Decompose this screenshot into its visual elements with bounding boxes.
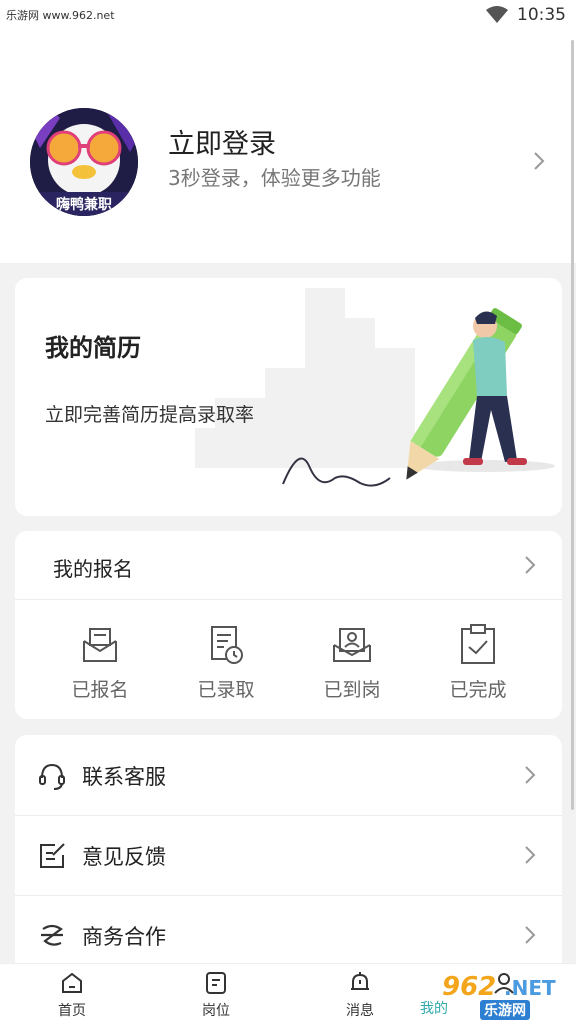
- nav-label: 首页: [58, 1003, 86, 1019]
- signup-title: 我的报名: [53, 557, 133, 581]
- status-admitted[interactable]: 已录取: [176, 623, 276, 702]
- chevron-right-icon: [525, 766, 536, 784]
- resume-subtitle: 立即完善简历提高录取率: [45, 404, 255, 426]
- login-title[interactable]: 立即登录: [168, 122, 276, 161]
- watermark-net: .NET: [504, 976, 556, 1000]
- status-on-duty[interactable]: 已到岗: [302, 623, 402, 702]
- menu-feedback[interactable]: 意见反馈: [15, 815, 562, 895]
- menu-label: 商务合作: [82, 925, 166, 949]
- envelope-icon: [83, 628, 117, 662]
- resume-illustration: [195, 288, 555, 487]
- status-label: 已录取: [197, 679, 255, 701]
- menu-card: 联系客服 意见反馈 商务合作: [15, 735, 562, 975]
- edit-icon: [40, 843, 65, 868]
- bottom-watermark: 我的 962 .NET 乐游网: [420, 970, 570, 1020]
- nav-home[interactable]: 首页: [32, 970, 112, 1020]
- resume-title: 我的简历: [45, 334, 141, 362]
- login-header[interactable]: 嗨鸭兼职 立即登录 3秒登录，体验更多功能: [0, 30, 576, 263]
- chevron-right-icon: [525, 926, 536, 944]
- signup-header[interactable]: 我的报名: [15, 531, 562, 599]
- menu-label: 联系客服: [82, 765, 166, 789]
- divider: [15, 599, 562, 600]
- headset-icon: [39, 763, 65, 790]
- list-clock-icon: [211, 626, 243, 664]
- nav-jobs[interactable]: 岗位: [176, 970, 256, 1020]
- scrollbar[interactable]: [571, 40, 574, 810]
- status-bar: 乐游网 www.962.net 10:35: [0, 0, 576, 30]
- home-icon: [62, 972, 82, 993]
- duck-logo-icon: 嗨鸭兼职: [30, 108, 138, 216]
- clipboard-check-icon: [461, 624, 495, 664]
- menu-contact-support[interactable]: 联系客服: [15, 735, 562, 815]
- chevron-right-icon: [525, 556, 536, 574]
- nav-label: 消息: [346, 1003, 374, 1019]
- status-label: 已报名: [71, 679, 129, 701]
- login-subtitle: 3秒登录，体验更多功能: [168, 166, 381, 190]
- job-icon: [206, 972, 226, 994]
- status-completed[interactable]: 已完成: [428, 623, 528, 702]
- handshake-icon: [41, 924, 63, 946]
- bell-icon: [351, 972, 369, 990]
- status-signed-up[interactable]: 已报名: [50, 623, 150, 702]
- clock: 10:35: [517, 5, 566, 25]
- status-label: 已到岗: [323, 679, 381, 701]
- watermark-cn: 乐游网: [480, 1000, 530, 1020]
- nav-label: 岗位: [202, 1003, 230, 1019]
- wifi-icon: [486, 6, 508, 23]
- status-indicators: 10:35: [485, 3, 566, 27]
- top-watermark: 乐游网 www.962.net: [6, 9, 115, 22]
- resume-card[interactable]: 我的简历 立即完善简历提高录取率: [15, 278, 562, 516]
- signup-card: 我的报名 已报名 已录取 已到岗 已完成: [15, 531, 562, 719]
- status-label: 已完成: [449, 679, 507, 701]
- avatar-text: 嗨鸭兼职: [56, 196, 112, 213]
- person-envelope-icon: [333, 628, 371, 662]
- chevron-right-icon: [525, 846, 536, 864]
- avatar[interactable]: 嗨鸭兼职: [30, 108, 138, 216]
- chevron-right-icon[interactable]: [532, 150, 546, 172]
- menu-label: 意见反馈: [82, 845, 166, 869]
- watermark-number: 962: [442, 972, 497, 1002]
- nav-messages[interactable]: 消息: [320, 970, 400, 1020]
